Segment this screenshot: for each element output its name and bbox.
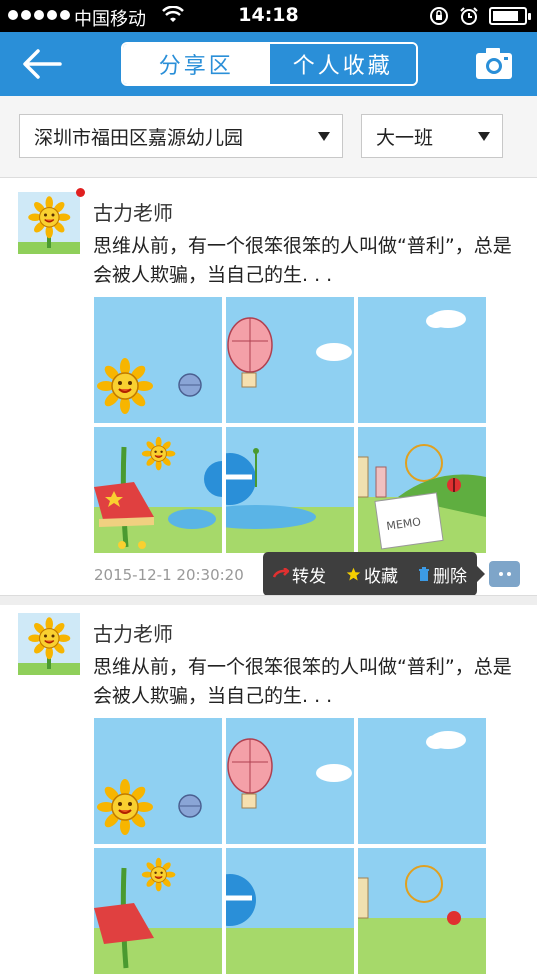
class-dropdown-label: 大一班 [376,126,434,149]
photo-grid: MEMO [94,297,487,554]
photo-thumbnail[interactable] [94,848,222,974]
trash-icon [419,567,429,581]
tab-personal-favorites[interactable]: 个人收藏 [269,44,416,84]
school-dropdown[interactable]: 深圳市福田区嘉源幼儿园 [19,114,343,158]
feed-post: 古力老师 思维从前，有一个很笨很笨的人叫做“普利”，总是会被人欺骗，当自己的生.… [0,179,537,596]
delete-label: 删除 [433,566,467,587]
avatar[interactable] [18,192,80,254]
school-dropdown-label: 深圳市福田区嘉源幼儿园 [34,126,244,149]
back-arrow-icon[interactable] [20,46,64,82]
filter-bar: 深圳市福田区嘉源幼儿园 大一班 [0,96,537,178]
post-text[interactable]: 思维从前，有一个很笨很笨的人叫做“普利”，总是会被人欺骗，当自己的生. . . [93,232,513,290]
camera-icon[interactable] [475,46,513,80]
photo-thumbnail[interactable] [94,297,222,423]
alarm-icon [460,7,478,25]
caret-down-icon [318,132,330,141]
photo-grid [94,718,487,975]
photo-thumbnail[interactable] [226,297,354,423]
battery-icon [489,7,531,25]
favorite-button[interactable]: 收藏 [346,562,398,587]
photo-thumbnail[interactable] [358,297,486,423]
photo-thumbnail[interactable] [226,718,354,844]
tab-segment-control: 分享区 个人收藏 [121,42,418,86]
post-action-menu: 转发 收藏 删除 [263,552,485,596]
class-dropdown[interactable]: 大一班 [361,114,503,158]
forward-icon [273,568,289,578]
photo-thumbnail[interactable] [226,427,354,553]
post-text[interactable]: 思维从前，有一个很笨很笨的人叫做“普利”，总是会被人欺骗，当自己的生. . . [93,653,513,711]
post-divider [0,595,537,605]
rotation-lock-icon [430,7,448,25]
favorite-label: 收藏 [364,566,398,587]
author-name[interactable]: 古力老师 [93,618,173,647]
photo-thumbnail[interactable] [94,718,222,844]
avatar[interactable] [18,613,80,675]
delete-button[interactable]: 删除 [418,562,467,587]
star-icon [346,567,361,580]
photo-thumbnail[interactable] [94,427,222,553]
author-name[interactable]: 古力老师 [93,197,173,226]
status-bar: 中国移动 14:18 [0,0,537,32]
forward-label: 转发 [292,566,326,587]
photo-thumbnail[interactable] [358,718,486,844]
post-timestamp: 2015-12-1 20:30:20 [94,566,244,584]
caret-down-icon [478,132,490,141]
photo-thumbnail[interactable] [226,848,354,974]
photo-thumbnail[interactable] [358,848,486,974]
photo-thumbnail[interactable]: MEMO [358,427,486,553]
tab-share-area[interactable]: 分享区 [123,44,270,84]
more-dots-icon[interactable] [489,561,520,587]
unread-dot [76,188,85,197]
forward-button[interactable]: 转发 [273,562,326,587]
nav-bar: 分享区 个人收藏 [0,32,537,96]
feed-post: 古力老师 思维从前，有一个很笨很笨的人叫做“普利”，总是会被人欺骗，当自己的生.… [0,605,537,974]
